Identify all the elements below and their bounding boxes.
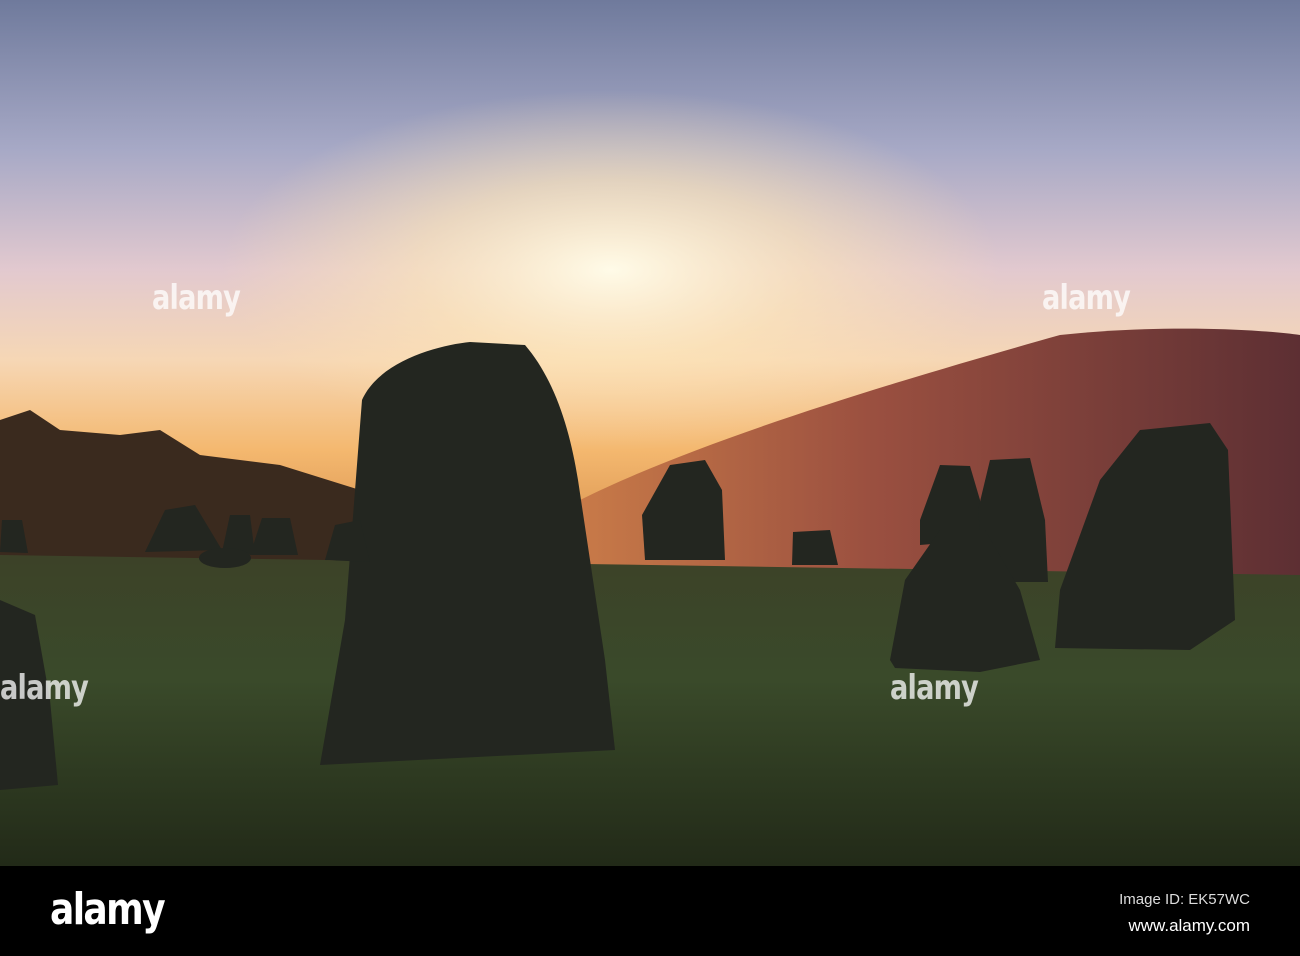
stone xyxy=(792,530,838,565)
website-link[interactable]: www.alamy.com xyxy=(1128,916,1250,936)
landscape-photo xyxy=(0,0,1300,866)
image-id: Image ID: EK57WC xyxy=(1119,891,1250,908)
watermark: alamy xyxy=(0,668,89,708)
alamy-logo: alamy xyxy=(50,884,166,935)
watermark: alamy xyxy=(1042,278,1131,318)
footer-bar: alamy Image ID: EK57WC www.alamy.com xyxy=(0,866,1300,956)
stock-photo: alamy alamy alamy alamy alamy Image ID: … xyxy=(0,0,1300,956)
watermark: alamy xyxy=(152,278,241,318)
watermark: alamy xyxy=(890,668,979,708)
stone xyxy=(199,548,251,568)
